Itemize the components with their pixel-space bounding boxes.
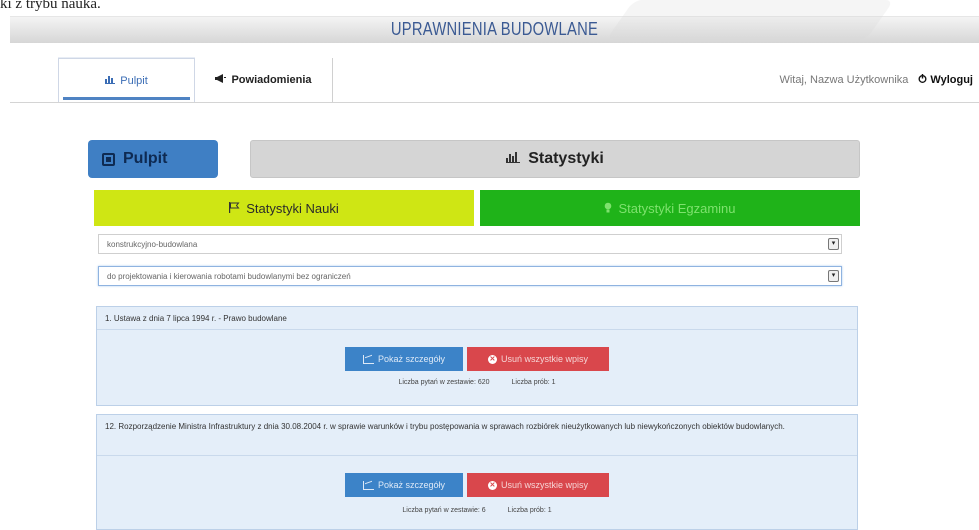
delete-all-entries-label: Usuń wszystkie wpisy [500, 480, 589, 490]
regulation-card-title: 1. Ustawa z dnia 7 lipca 1994 r. - Prawo… [105, 314, 287, 323]
navbar-divider [10, 102, 979, 103]
delete-all-entries-button[interactable]: ✕ Usuń wszystkie wpisy [467, 347, 609, 371]
specialty-select[interactable]: konstrukcyjno-budowlana ▾ [98, 234, 842, 254]
show-details-label: Pokaż szczegóły [377, 480, 446, 490]
regulation-card-title: 12. Rozporządzenie Ministra Infrastruktu… [105, 422, 785, 431]
tab-powiadomienia-label: Powiadomienia [231, 74, 312, 86]
close-circle-icon: ✕ [487, 480, 497, 490]
card-divider [97, 455, 857, 456]
statystyki-panel-button[interactable]: Statystyki [250, 140, 860, 178]
page-caption: ki z trybu nauka. [0, 0, 101, 12]
question-count: Liczba pytań w zestawie: 620 [398, 379, 490, 386]
statystyki-egzaminu-button[interactable]: Statystyki Egzaminu [480, 190, 860, 226]
tab-powiadomienia[interactable]: Powiadomienia [195, 58, 333, 102]
chevron-down-icon[interactable]: ▾ [828, 270, 839, 282]
app-header: UPRAWNIENIA BUDOWLANE [10, 16, 979, 43]
delete-all-entries-button[interactable]: ✕ Usuń wszystkie wpisy [467, 473, 609, 497]
pulpit-panel-button[interactable]: Pulpit [88, 140, 218, 178]
show-details-button[interactable]: Pokaż szczegóły [345, 473, 463, 497]
statystyki-nauki-label: Statystyki Nauki [246, 200, 339, 216]
show-details-label: Pokaż szczegóły [377, 354, 446, 364]
top-navbar: Pulpit Powiadomienia Witaj, Nazwa Użytko… [10, 58, 979, 102]
card-stats: Liczba pytań w zestawie: 620 Liczba prób… [97, 379, 857, 386]
statystyki-egzaminu-label: Statystyki Egzaminu [618, 200, 736, 216]
close-circle-icon: ✕ [487, 354, 497, 364]
regulation-card: 1. Ustawa z dnia 7 lipca 1994 r. - Prawo… [96, 306, 858, 406]
app-title: UPRAWNIENIA BUDOWLANE [390, 19, 599, 39]
welcome-text: Witaj, Nazwa Użytkownika [779, 74, 909, 86]
logout-button[interactable]: Wyloguj [918, 74, 973, 86]
line-chart-icon [362, 354, 374, 364]
power-icon [918, 74, 927, 86]
user-area: Witaj, Nazwa Użytkownika Wyloguj [779, 58, 973, 102]
chevron-down-icon[interactable]: ▾ [828, 238, 839, 250]
regulation-card: 12. Rozporządzenie Ministra Infrastruktu… [96, 414, 858, 530]
flag-icon [229, 201, 240, 216]
specialty-select-value: konstrukcyjno-budowlana [107, 239, 198, 249]
card-divider [97, 329, 857, 330]
card-stats: Liczba pytań w zestawie: 6 Liczba prób: … [97, 507, 857, 514]
delete-all-entries-label: Usuń wszystkie wpisy [500, 354, 589, 364]
megaphone-icon [215, 74, 227, 86]
logout-label: Wyloguj [930, 74, 973, 86]
attempt-count: Liczba prób: 1 [507, 507, 552, 514]
tab-pulpit-label: Pulpit [120, 74, 148, 87]
statystyki-nauki-button[interactable]: Statystyki Nauki [94, 190, 474, 226]
bar-chart-icon [506, 150, 521, 168]
show-details-button[interactable]: Pokaż szczegóły [345, 347, 463, 371]
scope-select[interactable]: do projektowania i kierowania robotami b… [98, 266, 842, 286]
line-chart-icon [362, 480, 374, 490]
tab-pulpit[interactable]: Pulpit [58, 58, 195, 102]
bulb-icon [604, 201, 612, 216]
card-actions: Pokaż szczegóły ✕ Usuń wszystkie wpisy [97, 473, 857, 497]
statystyki-panel-label: Statystyki [528, 150, 604, 167]
scope-select-value: do projektowania i kierowania robotami b… [107, 271, 351, 281]
pulpit-panel-label: Pulpit [123, 150, 168, 167]
dashboard-icon [105, 75, 116, 87]
card-actions: Pokaż szczegóły ✕ Usuń wszystkie wpisy [97, 347, 857, 371]
attempt-count: Liczba prób: 1 [511, 379, 556, 386]
square-icon [102, 152, 115, 166]
question-count: Liczba pytań w zestawie: 6 [402, 507, 486, 514]
